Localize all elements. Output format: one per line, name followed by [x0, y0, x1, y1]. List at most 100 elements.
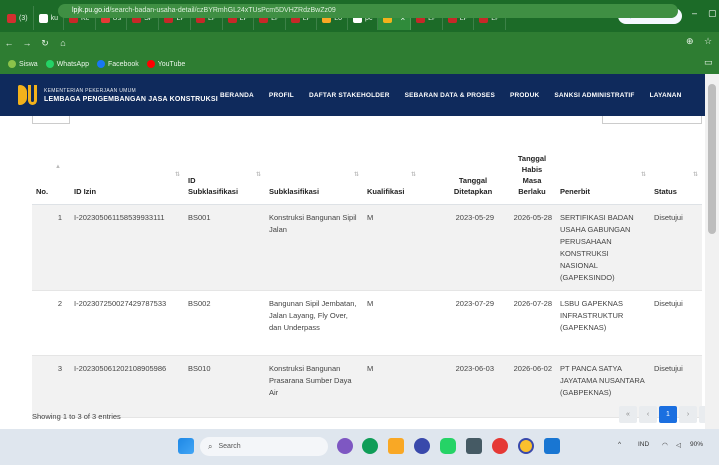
- url-field[interactable]: lpjk.pu.go.id/search-badan-usaha-detail/…: [58, 4, 678, 18]
- cell-penerbit: LSBU GAPEKNAS INFRASTRUKTUR (GAPEKNAS): [556, 290, 650, 356]
- cell-id-sub: BS001: [184, 204, 265, 291]
- col-status-label: Status: [654, 186, 677, 196]
- col-kualifikasi[interactable]: ⇅ Kualifikasi: [363, 130, 420, 205]
- home-icon[interactable]: ⌂: [54, 38, 72, 48]
- page-first-button[interactable]: «: [619, 406, 637, 423]
- back-icon[interactable]: ←: [0, 38, 18, 48]
- tab-label: ku: [50, 14, 58, 22]
- pu-logo-icon[interactable]: [18, 85, 38, 105]
- cell-penerbit: SERTIFIKASI BADAN USAHA GABUNGAN PERUSAH…: [556, 204, 650, 291]
- outlook-icon[interactable]: [544, 438, 560, 454]
- cell-kualifikasi: M: [363, 290, 420, 356]
- bookmark-icon: [45, 60, 54, 68]
- zoom-icon[interactable]: ⊕: [686, 36, 694, 47]
- col-kualifikasi-label: Kualifikasi: [367, 186, 405, 196]
- tab-favicon-icon: [7, 13, 16, 23]
- table-row: 1 I-202305061158539933111 BS001 Konstruk…: [32, 204, 702, 291]
- cell-tanggal-ditetapkan: 2023-06-03: [420, 355, 498, 418]
- cell-subklasifikasi: Bangunan Sipil Jembatan, Jalan Layang, F…: [265, 290, 363, 356]
- nav-layanan[interactable]: LAYANAN: [650, 92, 682, 99]
- windows-start-icon[interactable]: [178, 438, 194, 454]
- col-no[interactable]: ▲ No.: [32, 130, 70, 205]
- bookmark-star-icon[interactable]: ☆: [704, 36, 712, 47]
- tray-chevron-icon[interactable]: ^: [618, 441, 621, 448]
- cell-kualifikasi: M: [363, 204, 420, 291]
- cell-no: 3: [32, 355, 70, 418]
- bookmark-label: YouTube: [157, 60, 186, 68]
- bookmark-item[interactable]: YouTube: [146, 60, 186, 68]
- cell-kualifikasi: M: [363, 355, 420, 418]
- sort-icon: ⇅: [174, 171, 180, 178]
- sort-icon: ⇅: [640, 171, 646, 178]
- brand[interactable]: KEMENTERIAN PEKERJAAN UMUM LEMBAGA PENGE…: [44, 88, 218, 103]
- col-status[interactable]: ⇅ Status: [650, 130, 702, 205]
- cell-status: Disetujui: [650, 290, 702, 356]
- cell-id-sub: BS010: [184, 355, 265, 418]
- maximize-icon[interactable]: ▢: [708, 8, 717, 19]
- nav-daftar-stakeholder[interactable]: DAFTAR STAKEHOLDER: [309, 92, 390, 99]
- col-tanggal-ditetapkan[interactable]: Tanggal Ditetapkan: [420, 130, 498, 205]
- nav-beranda[interactable]: BERANDA: [220, 92, 254, 99]
- nav-produk[interactable]: PRODUK: [510, 92, 539, 99]
- battery-indicator[interactable]: 90%: [690, 441, 703, 448]
- entries-select[interactable]: [32, 116, 70, 124]
- folder-icon[interactable]: ▭: [704, 57, 713, 68]
- bookmark-item[interactable]: Siswa: [8, 60, 38, 68]
- nav-sebaran-data[interactable]: SEBARAN DATA & PROSES: [405, 92, 495, 99]
- nav-sanksi[interactable]: SANKSI ADMINISTRATIF: [554, 92, 634, 99]
- reload-icon[interactable]: ↻: [36, 38, 54, 49]
- bookmark-label: Siswa: [19, 60, 38, 68]
- bookmark-label: Facebook: [107, 60, 139, 68]
- url-path: /search-badan-usaha-detail/czBYRmhGL24xT…: [109, 7, 336, 14]
- cell-no: 2: [32, 290, 70, 356]
- page-1-button[interactable]: 1: [659, 406, 677, 423]
- copilot-icon[interactable]: [337, 438, 353, 454]
- taskbar: ⌕ Search ^ IND ◠ ◁ 90%: [0, 429, 719, 465]
- page-prev-button[interactable]: ‹: [639, 406, 657, 423]
- scrollbar-thumb[interactable]: [708, 84, 716, 234]
- col-id-izin[interactable]: ⇅ ID Izin: [70, 130, 184, 205]
- page-scrollbar[interactable]: [705, 74, 719, 429]
- chrome-active-icon[interactable]: [518, 438, 534, 454]
- edge-icon[interactable]: [362, 438, 378, 454]
- cell-id-izin: I-202307250027429787533: [70, 290, 184, 356]
- volume-icon[interactable]: ◁: [676, 441, 681, 449]
- col-id-subklasifikasi[interactable]: ⇅ ID Subklasifikasi: [184, 130, 265, 205]
- table-info: Showing 1 to 3 of 3 entries: [32, 412, 121, 421]
- site-header: KEMENTERIAN PEKERJAAN UMUM LEMBAGA PENGE…: [0, 74, 705, 116]
- minimize-icon[interactable]: –: [692, 8, 697, 18]
- page-last-button[interactable]: »: [699, 406, 705, 423]
- table-row: 2 I-202307250027429787533 BS002 Bangunan…: [32, 290, 702, 356]
- nav-profil[interactable]: PROFIL: [269, 92, 294, 99]
- cell-tanggal-habis: 2026-06-02: [498, 355, 556, 418]
- search-box[interactable]: [602, 116, 702, 124]
- sort-icon: ⇅: [353, 171, 359, 178]
- file-explorer-icon[interactable]: [388, 438, 404, 454]
- col-subklasifikasi-label: Subklasifikasi: [269, 186, 320, 196]
- page-next-button[interactable]: ›: [679, 406, 697, 423]
- bookmark-label: WhatsApp: [56, 60, 89, 68]
- sort-icon: ▲: [55, 163, 61, 170]
- main-content: ▲ No. ⇅ ID Izin ⇅ ID Subklasifikasi ⇅ Subkla…: [0, 116, 705, 429]
- store-icon[interactable]: [466, 438, 482, 454]
- cell-tanggal-ditetapkan: 2023-07-29: [420, 290, 498, 356]
- cell-tanggal-ditetapkan: 2023-05-29: [420, 204, 498, 291]
- col-penerbit[interactable]: ⇅ Penerbit: [556, 130, 650, 205]
- col-tanggal-habis[interactable]: Tanggal Habis Masa Berlaku: [498, 130, 556, 205]
- wifi-icon[interactable]: ◠: [662, 441, 668, 449]
- chrome-icon[interactable]: [492, 438, 508, 454]
- sort-icon: ⇅: [692, 171, 698, 178]
- browser-tab[interactable]: (3): [2, 6, 34, 30]
- taskbar-search[interactable]: ⌕ Search: [200, 437, 328, 456]
- col-subklasifikasi[interactable]: ⇅ Subklasifikasi: [265, 130, 363, 205]
- bookmark-item[interactable]: Facebook: [96, 60, 139, 68]
- forward-icon[interactable]: →: [18, 38, 36, 48]
- bookmark-item[interactable]: WhatsApp: [45, 60, 89, 68]
- col-no-label: No.: [36, 186, 49, 196]
- whatsapp-icon[interactable]: [440, 438, 456, 454]
- cell-status: Disetujui: [650, 204, 702, 291]
- language-indicator[interactable]: IND: [638, 441, 649, 448]
- zoom-app-icon[interactable]: [414, 438, 430, 454]
- taskbar-search-label: Search: [218, 443, 241, 450]
- bookmark-list: Siswa WhatsApp Facebook YouTube: [0, 60, 185, 68]
